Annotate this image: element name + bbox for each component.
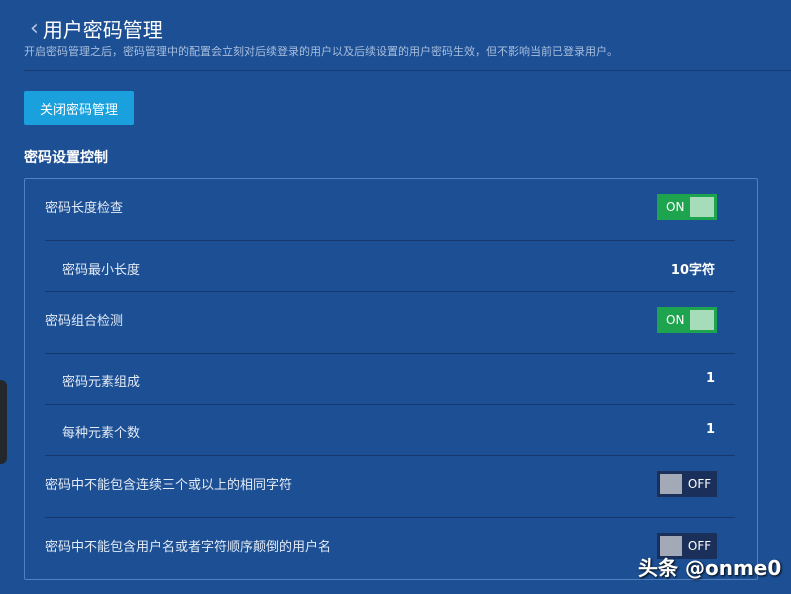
toggle-knob [660, 474, 682, 494]
row-value: 10字符 [670, 263, 715, 278]
row-element-count: 每种元素个数 1 [45, 422, 735, 441]
row-value: 1 [705, 371, 715, 386]
divider [45, 240, 735, 241]
section-title: 密码设置控制 [24, 150, 108, 166]
password-settings-panel: 密码长度检查 ON 密码最小长度 10字符 密码组合检测 ON 密码元素组成 1… [24, 178, 758, 580]
row-combo-check: 密码组合检测 [45, 310, 735, 329]
close-password-management-button[interactable]: 关闭密码管理 [24, 91, 134, 125]
watermark: 头条 @onme0 [638, 556, 782, 580]
toggle-knob [690, 197, 714, 217]
toggle-label: ON [666, 200, 685, 214]
toggle-label: OFF [687, 539, 712, 553]
row-label: 密码中不能包含连续三个或以上的相同字符 [45, 478, 293, 493]
divider [45, 353, 735, 354]
row-no-repeat-chars: 密码中不能包含连续三个或以上的相同字符 [45, 474, 735, 493]
page-title-text: 用户密码管理 [42, 18, 163, 42]
combo-check-toggle[interactable]: ON [657, 307, 717, 333]
no-repeat-chars-toggle[interactable]: OFF [657, 471, 717, 497]
back-chevron-icon[interactable]: ‹ [30, 16, 39, 41]
row-min-length: 密码最小长度 10字符 [45, 259, 735, 278]
row-value: 1 [705, 422, 715, 437]
length-check-toggle[interactable]: ON [657, 194, 717, 220]
row-label: 密码长度检查 [45, 201, 124, 216]
toggle-label: OFF [687, 477, 712, 491]
divider [24, 70, 791, 71]
divider [45, 291, 735, 292]
divider [45, 455, 735, 456]
toggle-knob [690, 310, 714, 330]
side-collapse-handle[interactable] [0, 380, 7, 464]
toggle-label: ON [666, 313, 685, 327]
page-description: 开启密码管理之后，密码管理中的配置会立刻对后续登录的用户以及后续设置的用户密码生… [24, 45, 618, 58]
row-label: 密码最小长度 [62, 263, 141, 278]
row-label: 密码中不能包含用户名或者字符顺序颠倒的用户名 [45, 540, 332, 555]
row-label: 密码组合检测 [45, 314, 124, 329]
page-title: ‹ 用户密码管理 [30, 14, 163, 43]
divider [45, 404, 735, 405]
divider [45, 517, 735, 518]
row-label: 每种元素个数 [62, 426, 141, 441]
row-element-composition: 密码元素组成 1 [45, 371, 735, 390]
row-label: 密码元素组成 [62, 375, 141, 390]
row-no-username: 密码中不能包含用户名或者字符顺序颠倒的用户名 [45, 536, 735, 555]
row-length-check: 密码长度检查 [45, 197, 735, 216]
